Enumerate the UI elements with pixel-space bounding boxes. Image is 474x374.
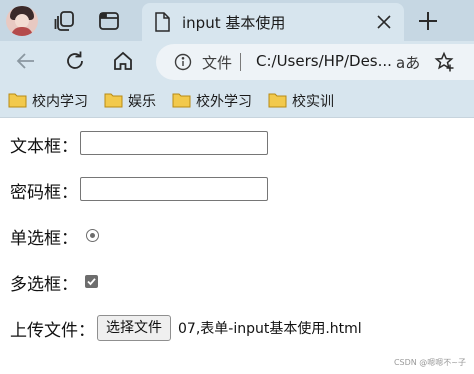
checkbox-row: 多选框：: [10, 268, 470, 296]
refresh-icon[interactable]: [63, 49, 87, 73]
info-icon[interactable]: [174, 53, 192, 71]
document-icon: [154, 12, 170, 32]
workspaces-icon[interactable]: [52, 8, 78, 34]
bookmark-folder[interactable]: 校内学习: [8, 91, 94, 111]
address-separator: [240, 53, 241, 71]
address-url[interactable]: C:/Users/HP/Des...: [256, 52, 392, 70]
tab-actions-icon[interactable]: [96, 8, 122, 34]
navigation-toolbar: 文件 C:/Users/HP/Des... aあ: [0, 41, 474, 82]
folder-icon: [268, 93, 287, 108]
folder-icon: [8, 93, 27, 108]
radio-button[interactable]: [86, 229, 99, 242]
bookmark-label: 校实训: [292, 94, 334, 110]
close-tab-icon[interactable]: [376, 14, 392, 30]
password-input-row: 密码框：: [10, 176, 470, 204]
password-input-label: 密码框：: [10, 183, 78, 203]
file-upload-row: 上传文件： 选择文件 07,表单-input基本使用.html: [10, 314, 470, 342]
address-scheme-label: 文件: [202, 54, 233, 72]
text-input[interactable]: [80, 131, 268, 155]
back-icon[interactable]: [14, 49, 38, 73]
new-tab-icon[interactable]: [416, 9, 440, 33]
read-aloud-icon[interactable]: aあ: [396, 52, 420, 73]
radio-row: 单选框：: [10, 222, 470, 250]
text-input-label: 文本框：: [10, 137, 78, 157]
choose-file-button[interactable]: 选择文件: [97, 315, 171, 341]
watermark: CSDN @嗯嗯不~子: [393, 358, 466, 367]
favorite-star-icon[interactable]: [434, 51, 456, 73]
radio-dot: [90, 233, 95, 238]
folder-icon: [104, 93, 123, 108]
password-input[interactable]: [80, 177, 268, 201]
folder-icon: [172, 93, 191, 108]
radio-label: 单选框：: [10, 229, 78, 249]
text-input-row: 文本框：: [10, 130, 470, 158]
file-upload-label: 上传文件：: [10, 321, 95, 341]
checkmark-icon: [87, 278, 96, 286]
bookmarks-bar: 校内学习 娱乐 校外学习 校实训: [0, 82, 474, 118]
home-icon[interactable]: [111, 49, 135, 73]
checkbox[interactable]: [85, 275, 98, 288]
bookmark-folder[interactable]: 校实训: [268, 91, 340, 111]
selected-file-name: 07,表单-input基本使用.html: [178, 321, 362, 337]
tab-title: input 基本使用: [182, 14, 286, 32]
page-content: 文本框： 密码框： 单选框： 多选框： 上传文件： 选择文件 07,表单-inp…: [0, 118, 474, 374]
active-tab[interactable]: input 基本使用: [142, 3, 404, 41]
bookmark-label: 娱乐: [128, 94, 156, 110]
tab-strip: input 基本使用: [0, 0, 474, 41]
bookmark-label: 校外学习: [196, 94, 252, 110]
profile-avatar[interactable]: [6, 6, 38, 36]
bookmark-folder[interactable]: 校外学习: [172, 91, 258, 111]
bookmark-label: 校内学习: [32, 94, 88, 110]
bookmark-folder[interactable]: 娱乐: [104, 91, 162, 111]
checkbox-label: 多选框：: [10, 275, 78, 295]
address-bar[interactable]: 文件 C:/Users/HP/Des... aあ: [156, 44, 474, 80]
